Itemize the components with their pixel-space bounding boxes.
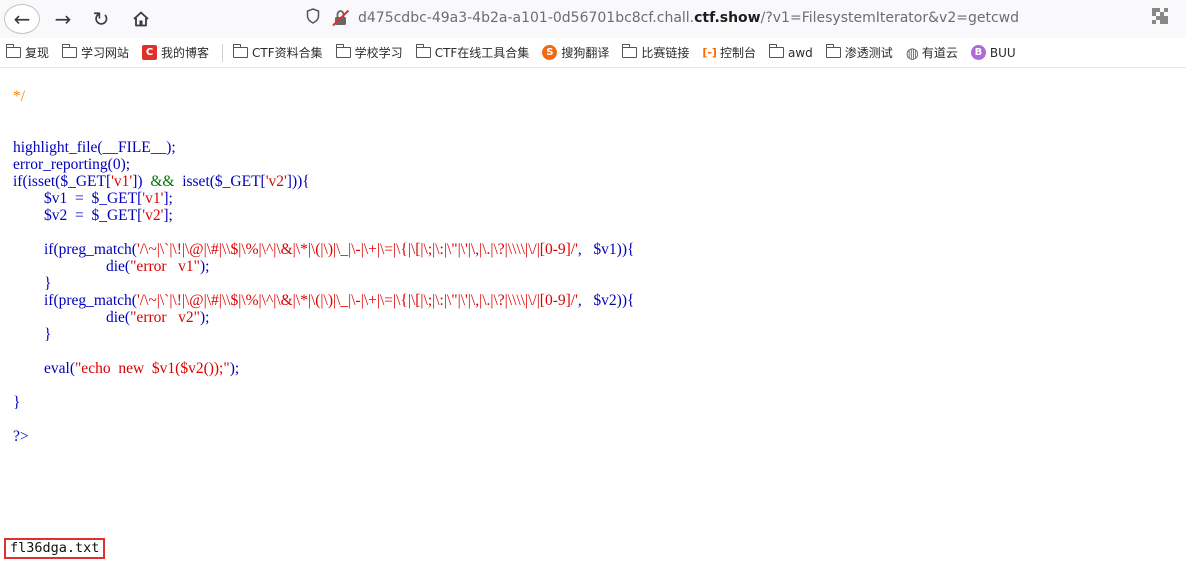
bookmark-folder-awd[interactable]: awd <box>768 42 813 64</box>
code-line-error-reporting: error_reporting(0); <box>13 156 131 173</box>
bookmark-label: 搜狗翻译 <box>561 46 610 60</box>
bookmarks-separator <box>222 43 224 62</box>
address-bar[interactable]: d475cdbc-49a3-4b2a-a101-0d56701bc8cf.cha… <box>300 2 1180 34</box>
bookmarks-bar: 复现 学习网站 C 我的博客 CTF资料合集 学校学习 CTF在线工具合集 S … <box>0 38 1186 68</box>
qr-code-icon[interactable] <box>1152 8 1168 24</box>
home-icon <box>133 11 149 27</box>
code-line-close-brace: } <box>13 275 52 292</box>
back-button[interactable]: ← <box>4 4 40 34</box>
code-line-die-v2: die("error v2"); <box>13 309 210 326</box>
code-line-die-v1: die("error v1"); <box>13 258 210 275</box>
folder-icon <box>768 44 784 58</box>
home-button[interactable] <box>124 4 158 34</box>
shield-icon[interactable] <box>304 8 322 28</box>
code-line-preg-match-v1: if(preg_match('/\~|\`|\!|\@|\#|\\$|\%|\^… <box>13 241 635 258</box>
bookmark-folder-fuxian[interactable]: 复现 <box>6 42 49 64</box>
php-source-code: */ highlight_file(__FILE__); error_repor… <box>13 88 634 445</box>
code-line-eval: eval("echo new $v1($v2());"); <box>13 360 240 377</box>
bookmark-youdao-cloud[interactable]: ◍ 有道云 <box>906 42 958 64</box>
bookmark-label: 渗透测试 <box>844 46 893 60</box>
folder-icon <box>415 44 431 58</box>
bookmark-folder-contest-links[interactable]: 比赛链接 <box>622 42 689 64</box>
url-prefix: d475cdbc-49a3-4b2a-a101-0d56701bc8cf.cha… <box>358 10 695 26</box>
page-content: */ highlight_file(__FILE__); error_repor… <box>0 70 1186 562</box>
arrow-right-icon: → <box>54 7 72 31</box>
code-line-close-brace: } <box>13 326 52 343</box>
bookmark-buu[interactable]: B BUU <box>970 42 1016 64</box>
bookmark-label: 有道云 <box>921 46 958 60</box>
bookmark-folder-school-study[interactable]: 学校学习 <box>335 42 403 64</box>
php-close-tag: ?> <box>13 428 29 445</box>
buu-icon: B <box>970 45 986 60</box>
code-line-highlight-file: highlight_file(__FILE__); <box>13 139 176 156</box>
reload-button[interactable]: ↻ <box>84 4 118 34</box>
folder-icon <box>233 44 249 58</box>
bookmark-folder-study-sites[interactable]: 学习网站 <box>62 42 129 64</box>
url-text[interactable]: d475cdbc-49a3-4b2a-a101-0d56701bc8cf.cha… <box>358 10 1019 26</box>
code-line-preg-match-v2: if(preg_match('/\~|\`|\!|\@|\#|\\$|\%|\^… <box>13 292 635 309</box>
bookmark-label: CTF在线工具合集 <box>434 46 530 60</box>
folder-icon <box>335 44 351 58</box>
bookmark-label: 我的博客 <box>161 46 210 60</box>
navigation-toolbar: ← → ↻ d475cdbc-49a3-4b2a-a101-0d56701bc8… <box>0 0 1186 38</box>
aliyun-icon: [-] <box>702 46 717 59</box>
folder-icon <box>622 44 638 58</box>
comment-end: */ <box>13 88 26 105</box>
bookmark-label: 控制台 <box>719 46 756 60</box>
reload-icon: ↻ <box>92 7 110 31</box>
bookmark-my-blog[interactable]: C 我的博客 <box>142 42 209 64</box>
url-suffix: /?v1=FilesystemIterator&v2=getcwd <box>760 10 1019 26</box>
bookmark-sogou-translate[interactable]: S 搜狗翻译 <box>542 42 609 64</box>
forward-button[interactable]: → <box>46 4 80 34</box>
bookmark-label: 学校学习 <box>354 46 403 60</box>
bookmark-label: BUU <box>989 45 1016 60</box>
code-line-assign-v1: $v1 = $_GET['v1']; <box>13 190 173 207</box>
sogou-icon: S <box>542 45 558 60</box>
code-line-if-isset: if(isset($_GET['v1']) && isset($_GET['v2… <box>13 173 310 190</box>
folder-icon <box>825 44 841 58</box>
folder-icon <box>62 44 78 58</box>
bookmark-folder-pentest[interactable]: 渗透测试 <box>825 42 893 64</box>
csdn-icon: C <box>142 45 158 60</box>
bookmark-label: CTF资料合集 <box>252 46 323 60</box>
bookmark-folder-ctf-resources[interactable]: CTF资料合集 <box>233 42 323 64</box>
insecure-lock-icon[interactable] <box>332 9 350 27</box>
code-line-close-outer: } <box>13 394 21 411</box>
url-host: ctf.show <box>694 10 761 26</box>
code-line-assign-v2: $v2 = $_GET['v2']; <box>13 207 173 224</box>
bookmark-console[interactable]: [-] 控制台 <box>702 42 756 64</box>
bookmark-label: 学习网站 <box>81 46 130 60</box>
bookmark-label: 复现 <box>25 46 50 60</box>
command-output: fl36dga.txt <box>4 538 106 559</box>
globe-icon: ◍ <box>905 43 919 62</box>
browser-window: ← → ↻ d475cdbc-49a3-4b2a-a101-0d56701bc8… <box>0 0 1186 562</box>
bookmark-label: awd <box>787 45 813 60</box>
bookmark-folder-ctf-tools[interactable]: CTF在线工具合集 <box>415 42 530 64</box>
arrow-left-icon: ← <box>13 7 31 31</box>
folder-icon <box>6 44 21 58</box>
bookmark-label: 比赛链接 <box>641 46 690 60</box>
